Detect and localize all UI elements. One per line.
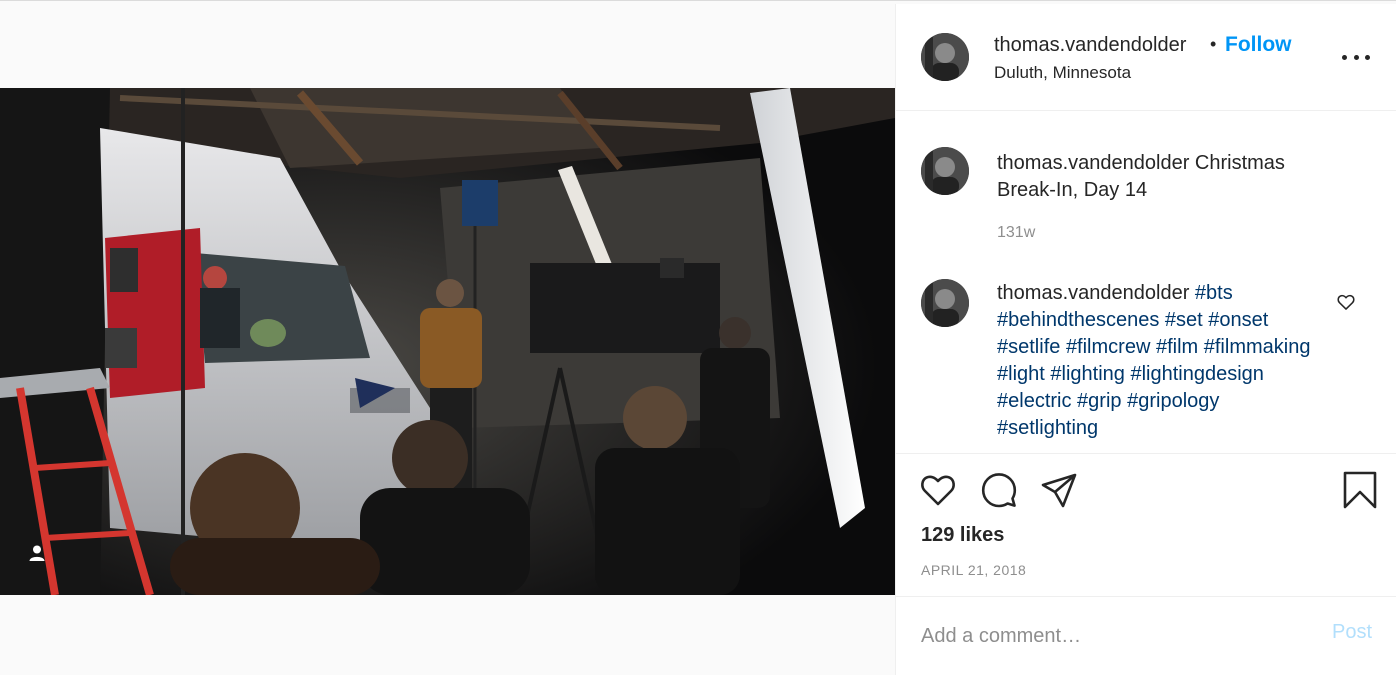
comment-like-heart-icon[interactable] — [1336, 292, 1356, 312]
avatar[interactable] — [921, 279, 969, 327]
post-photo[interactable] — [0, 88, 895, 595]
hashtag[interactable]: #lighting — [1050, 363, 1125, 385]
caption-text: thomas.vandendolder Christmas Break-In, … — [997, 150, 1327, 204]
media-area — [0, 4, 895, 675]
post-location[interactable]: Duluth, Minnesota — [994, 63, 1131, 83]
caption-time[interactable]: 131w — [997, 224, 1035, 242]
hashtag[interactable]: #bts — [1195, 282, 1233, 304]
hashtag[interactable]: #gripology — [1127, 390, 1219, 412]
hashtag[interactable]: #setlife — [997, 336, 1060, 358]
more-options-icon[interactable] — [1342, 47, 1370, 67]
tagged-user-icon[interactable] — [24, 540, 50, 566]
avatar[interactable] — [921, 147, 969, 195]
more-dot — [1365, 54, 1370, 60]
photo-image — [0, 88, 895, 595]
hashtag[interactable]: #light — [997, 363, 1045, 385]
bookmark-icon[interactable] — [1340, 470, 1380, 510]
hashtag[interactable]: #filmcrew — [1066, 336, 1150, 358]
hashtag[interactable]: #set — [1165, 309, 1203, 331]
hashtag[interactable]: #onset — [1208, 309, 1268, 331]
hashtag[interactable]: #lightingdesign — [1130, 363, 1263, 385]
more-dot — [1353, 54, 1359, 60]
hashtag[interactable]: #electric — [997, 390, 1071, 412]
likes-count[interactable]: 129 likes — [921, 524, 1004, 547]
person-icon — [29, 545, 45, 561]
heart-icon[interactable] — [918, 470, 958, 510]
post-sidebar: thomas.vandendolder • Follow Duluth, Min… — [895, 4, 1396, 675]
comment-input[interactable] — [921, 619, 1301, 653]
avatar-image — [921, 147, 969, 195]
comment-username[interactable]: thomas.vandendolder — [997, 282, 1189, 304]
comment-icon[interactable] — [979, 470, 1019, 510]
hashtag[interactable]: #grip — [1077, 390, 1121, 412]
comments-list[interactable]: thomas.vandendolder Christmas Break-In, … — [896, 112, 1396, 453]
post-header: thomas.vandendolder • Follow Duluth, Min… — [896, 4, 1396, 111]
comment-text: thomas.vandendolder #bts #behindthescene… — [997, 280, 1317, 442]
hashtag[interactable]: #behindthescenes — [997, 309, 1159, 331]
hashtag[interactable]: #setlighting — [997, 417, 1098, 439]
hashtag[interactable]: #film — [1156, 336, 1198, 358]
hashtag[interactable]: #filmmaking — [1204, 336, 1311, 358]
avatar[interactable] — [921, 33, 969, 81]
avatar-image — [921, 33, 969, 81]
post-username[interactable]: thomas.vandendolder — [994, 34, 1186, 57]
more-dot — [1342, 54, 1347, 60]
post-actions: 129 likes APRIL 21, 2018 — [896, 453, 1396, 596]
separator-dot: • — [1210, 34, 1217, 54]
follow-button[interactable]: Follow — [1225, 33, 1292, 57]
add-comment-bar: Post — [896, 596, 1396, 675]
post-comment-button[interactable]: Post — [1332, 621, 1372, 644]
avatar-image — [921, 279, 969, 327]
share-icon[interactable] — [1039, 470, 1079, 510]
post-page: thomas.vandendolder • Follow Duluth, Min… — [0, 0, 1396, 675]
post-date[interactable]: APRIL 21, 2018 — [921, 562, 1026, 578]
caption-username[interactable]: thomas.vandendolder — [997, 152, 1189, 174]
